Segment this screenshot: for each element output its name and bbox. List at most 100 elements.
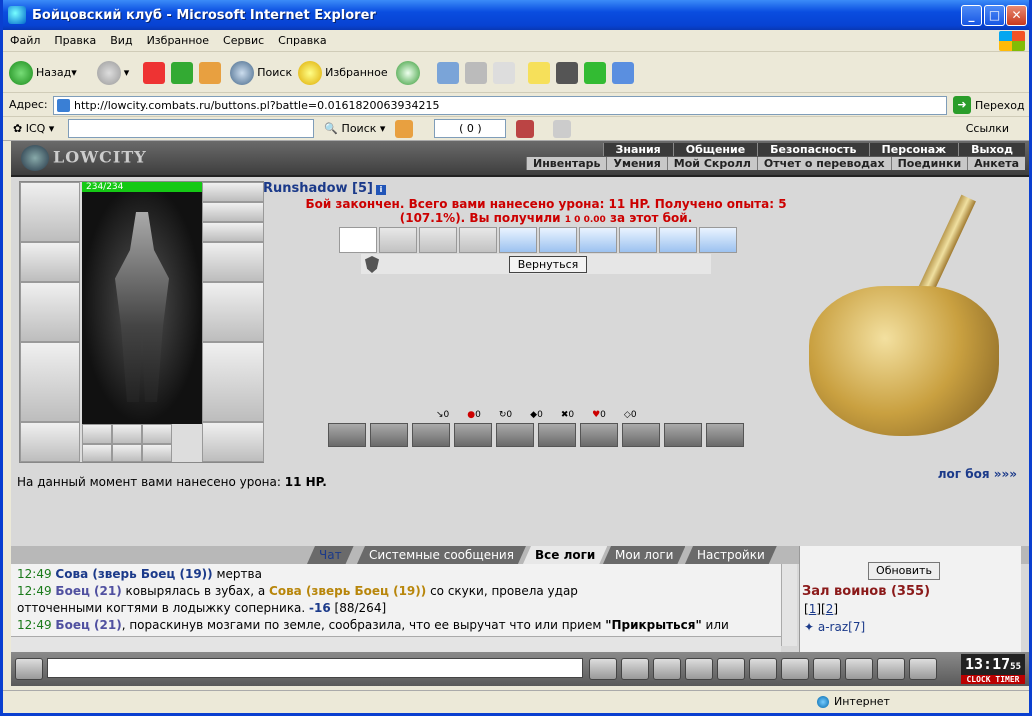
nav-knowledge[interactable]: Знания <box>602 143 673 156</box>
skill-2[interactable] <box>370 423 408 447</box>
nav-skills[interactable]: Умения <box>606 157 666 170</box>
skill-6[interactable] <box>538 423 576 447</box>
ice-scroll-5[interactable] <box>659 227 697 253</box>
gloves-slot[interactable] <box>202 242 264 282</box>
favorites-button[interactable]: Избранное <box>298 60 388 85</box>
tab-chat[interactable]: Чат <box>307 546 354 564</box>
boots-slot[interactable] <box>202 422 264 462</box>
refresh-button[interactable]: Обновить <box>868 562 940 580</box>
nav-communication[interactable]: Общение <box>672 143 758 156</box>
tab-all-logs[interactable]: Все логи <box>523 546 607 564</box>
messenger-k-icon[interactable] <box>555 61 578 84</box>
icq-counter[interactable]: ( 0 ) <box>434 119 507 138</box>
search-button[interactable]: Поиск <box>230 60 292 85</box>
filter-icon[interactable] <box>653 658 681 680</box>
ring-slot-3[interactable] <box>142 424 172 444</box>
empty-scroll-2[interactable] <box>419 227 457 253</box>
amulet-slot[interactable] <box>202 202 264 222</box>
empty-scroll-3[interactable] <box>459 227 497 253</box>
home-icon[interactable] <box>199 61 222 84</box>
skill-7[interactable] <box>580 423 618 447</box>
shield-slot[interactable] <box>202 282 264 342</box>
site-logo[interactable]: LOWCITY <box>21 145 147 171</box>
scroll-slot-1[interactable] <box>82 444 112 462</box>
go-button[interactable]: ➜ Переход <box>953 96 1025 114</box>
forward-button[interactable]: ▾ <box>83 60 129 85</box>
messenger-icon[interactable] <box>611 61 634 84</box>
menu-edit[interactable]: Правка <box>47 34 103 47</box>
scroll-slot-2[interactable] <box>112 444 142 462</box>
heal-scroll[interactable] <box>339 227 377 253</box>
send-icon[interactable] <box>589 658 617 680</box>
ice-scroll-4[interactable] <box>619 227 657 253</box>
online-user[interactable]: ✦ a-raz[7] <box>804 620 865 634</box>
ring-slot-1[interactable] <box>82 424 112 444</box>
bag-icon[interactable] <box>845 658 873 680</box>
belt-slot[interactable] <box>20 422 80 462</box>
player-nick[interactable]: Runshadow [5] i <box>263 181 386 196</box>
tab-my-logs[interactable]: Мои логи <box>603 546 685 564</box>
notes-icon[interactable] <box>527 61 550 84</box>
close-button[interactable]: ✕ <box>1006 5 1027 26</box>
nav-inventory[interactable]: Инвентарь <box>526 157 606 170</box>
icq-flower-icon[interactable] <box>583 61 606 84</box>
menu-tools[interactable]: Сервис <box>216 34 271 47</box>
mail-icon[interactable] <box>436 61 459 84</box>
nav-battles[interactable]: Поединки <box>890 157 968 170</box>
stop-icon[interactable] <box>143 61 166 84</box>
player-icon[interactable] <box>717 658 745 680</box>
edit-icon[interactable] <box>492 61 515 84</box>
page-1[interactable]: 1 <box>809 602 817 616</box>
chat-vscroll[interactable] <box>781 564 797 646</box>
menu-help[interactable]: Справка <box>271 34 333 47</box>
smiles-icon[interactable] <box>813 658 841 680</box>
ice-scroll-1[interactable] <box>499 227 537 253</box>
weapon-slot[interactable] <box>20 282 80 342</box>
refresh-icon[interactable] <box>171 61 194 84</box>
icq-search-input[interactable] <box>68 119 315 138</box>
menu-view[interactable]: Вид <box>103 34 139 47</box>
page-2[interactable]: 2 <box>826 602 834 616</box>
smiley-icon[interactable] <box>395 119 414 138</box>
icq-button[interactable]: ✿ ICQ ▾ <box>13 122 54 135</box>
chat-input[interactable] <box>47 658 583 678</box>
exit-icon[interactable] <box>909 658 937 680</box>
print-icon[interactable] <box>464 61 487 84</box>
ice-scroll-2[interactable] <box>539 227 577 253</box>
rings-slot[interactable] <box>202 222 264 242</box>
tab-system[interactable]: Системные сообщения <box>357 546 526 564</box>
skill-8[interactable] <box>622 423 660 447</box>
armor-slot[interactable] <box>20 342 80 422</box>
pants-slot[interactable] <box>202 342 264 422</box>
menu-favorites[interactable]: Избранное <box>140 34 216 47</box>
pen-icon[interactable] <box>553 119 572 138</box>
skill-3[interactable] <box>412 423 450 447</box>
ice-scroll-6[interactable] <box>699 227 737 253</box>
clear-icon[interactable] <box>621 658 649 680</box>
nav-security[interactable]: Безопасность <box>757 143 869 156</box>
chat-hscroll[interactable] <box>11 636 781 652</box>
tab-settings[interactable]: Настройки <box>685 546 777 564</box>
nav-exit[interactable]: Выход <box>958 143 1025 156</box>
info-icon[interactable]: i <box>376 185 386 195</box>
empty-scroll-1[interactable] <box>379 227 417 253</box>
menu-file[interactable]: Файл <box>3 34 47 47</box>
nav-transfers[interactable]: Отчет о переводах <box>756 157 891 170</box>
helmet-slot[interactable] <box>20 182 80 242</box>
sound-icon[interactable] <box>781 658 809 680</box>
maximize-button[interactable]: □ <box>984 5 1005 26</box>
links-label[interactable]: Ссылки <box>966 122 1009 135</box>
back-button[interactable]: Назад ▾ <box>9 60 77 85</box>
ring-slot-2[interactable] <box>112 424 142 444</box>
user-icon[interactable] <box>516 119 535 138</box>
translit-icon[interactable] <box>749 658 777 680</box>
skill-4[interactable] <box>454 423 492 447</box>
return-button[interactable]: Вернуться <box>509 256 587 273</box>
chat-menu-icon[interactable] <box>15 658 43 680</box>
nav-profile[interactable]: Анкета <box>967 157 1025 170</box>
icq-search-button[interactable]: 🔍 Поиск ▾ <box>324 122 385 135</box>
skill-5[interactable] <box>496 423 534 447</box>
sys-icon[interactable] <box>685 658 713 680</box>
nav-character[interactable]: Персонаж <box>868 143 959 156</box>
minimize-button[interactable]: _ <box>961 5 982 26</box>
